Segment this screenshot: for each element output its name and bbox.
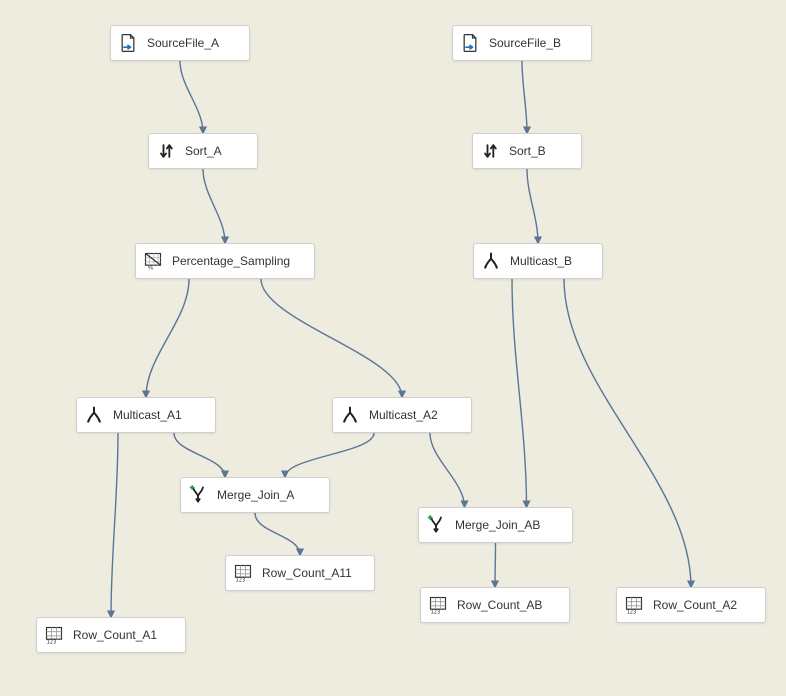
connector (564, 279, 691, 587)
node-sort-b[interactable]: Sort_B (472, 133, 582, 169)
svg-text:123: 123 (236, 577, 246, 583)
connector (522, 61, 527, 133)
connector (111, 433, 118, 617)
node-merge-join-ab[interactable]: Merge_Join_AB (418, 507, 573, 543)
node-label: Multicast_B (510, 255, 572, 267)
node-source-file-b[interactable]: SourceFile_B (452, 25, 592, 61)
connector (174, 433, 225, 477)
svg-text:123: 123 (431, 609, 441, 615)
node-label: Multicast_A1 (113, 409, 182, 421)
multicast-icon (83, 404, 105, 426)
node-label: Row_Count_A11 (262, 567, 352, 579)
svg-text:%: % (148, 265, 153, 271)
connector (512, 279, 527, 507)
multicast-icon (339, 404, 361, 426)
node-label: Sort_A (185, 145, 222, 157)
file-source-icon (117, 32, 139, 54)
connector (285, 433, 374, 477)
multicast-icon (480, 250, 502, 272)
svg-text:123: 123 (627, 609, 637, 615)
connector (527, 169, 538, 243)
node-label: Merge_Join_AB (455, 519, 540, 531)
connector (430, 433, 465, 507)
node-row-count-a2[interactable]: 123 Row_Count_A2 (616, 587, 766, 623)
node-multicast-a2[interactable]: Multicast_A2 (332, 397, 472, 433)
flow-canvas[interactable]: SourceFile_A SourceFile_B Sort_A Sort_B … (0, 0, 786, 696)
node-label: Row_Count_A1 (73, 629, 157, 641)
node-label: SourceFile_B (489, 37, 561, 49)
connector (203, 169, 225, 243)
node-multicast-a1[interactable]: Multicast_A1 (76, 397, 216, 433)
row-count-icon: 123 (623, 594, 645, 616)
node-merge-join-a[interactable]: Merge_Join_A (180, 477, 330, 513)
node-label: Row_Count_A2 (653, 599, 737, 611)
node-row-count-ab[interactable]: 123 Row_Count_AB (420, 587, 570, 623)
merge-join-icon (425, 514, 447, 536)
connector (255, 513, 300, 555)
row-count-icon: 123 (427, 594, 449, 616)
merge-join-icon (187, 484, 209, 506)
node-label: SourceFile_A (147, 37, 219, 49)
connector (261, 279, 402, 397)
file-source-icon (459, 32, 481, 54)
node-label: Row_Count_AB (457, 599, 542, 611)
connector (180, 61, 203, 133)
node-label: Sort_B (509, 145, 546, 157)
node-multicast-b[interactable]: Multicast_B (473, 243, 603, 279)
node-label: Merge_Join_A (217, 489, 294, 501)
node-row-count-a11[interactable]: 123 Row_Count_A11 (225, 555, 375, 591)
connector (146, 279, 189, 397)
node-label: Percentage_Sampling (172, 255, 290, 267)
sort-icon (155, 140, 177, 162)
node-row-count-a1[interactable]: 123 Row_Count_A1 (36, 617, 186, 653)
node-percentage-sampling[interactable]: % Percentage_Sampling (135, 243, 315, 279)
node-source-file-a[interactable]: SourceFile_A (110, 25, 250, 61)
connector (495, 543, 496, 587)
sampling-icon: % (142, 250, 164, 272)
svg-text:123: 123 (47, 639, 57, 645)
sort-icon (479, 140, 501, 162)
row-count-icon: 123 (43, 624, 65, 646)
row-count-icon: 123 (232, 562, 254, 584)
node-label: Multicast_A2 (369, 409, 438, 421)
node-sort-a[interactable]: Sort_A (148, 133, 258, 169)
